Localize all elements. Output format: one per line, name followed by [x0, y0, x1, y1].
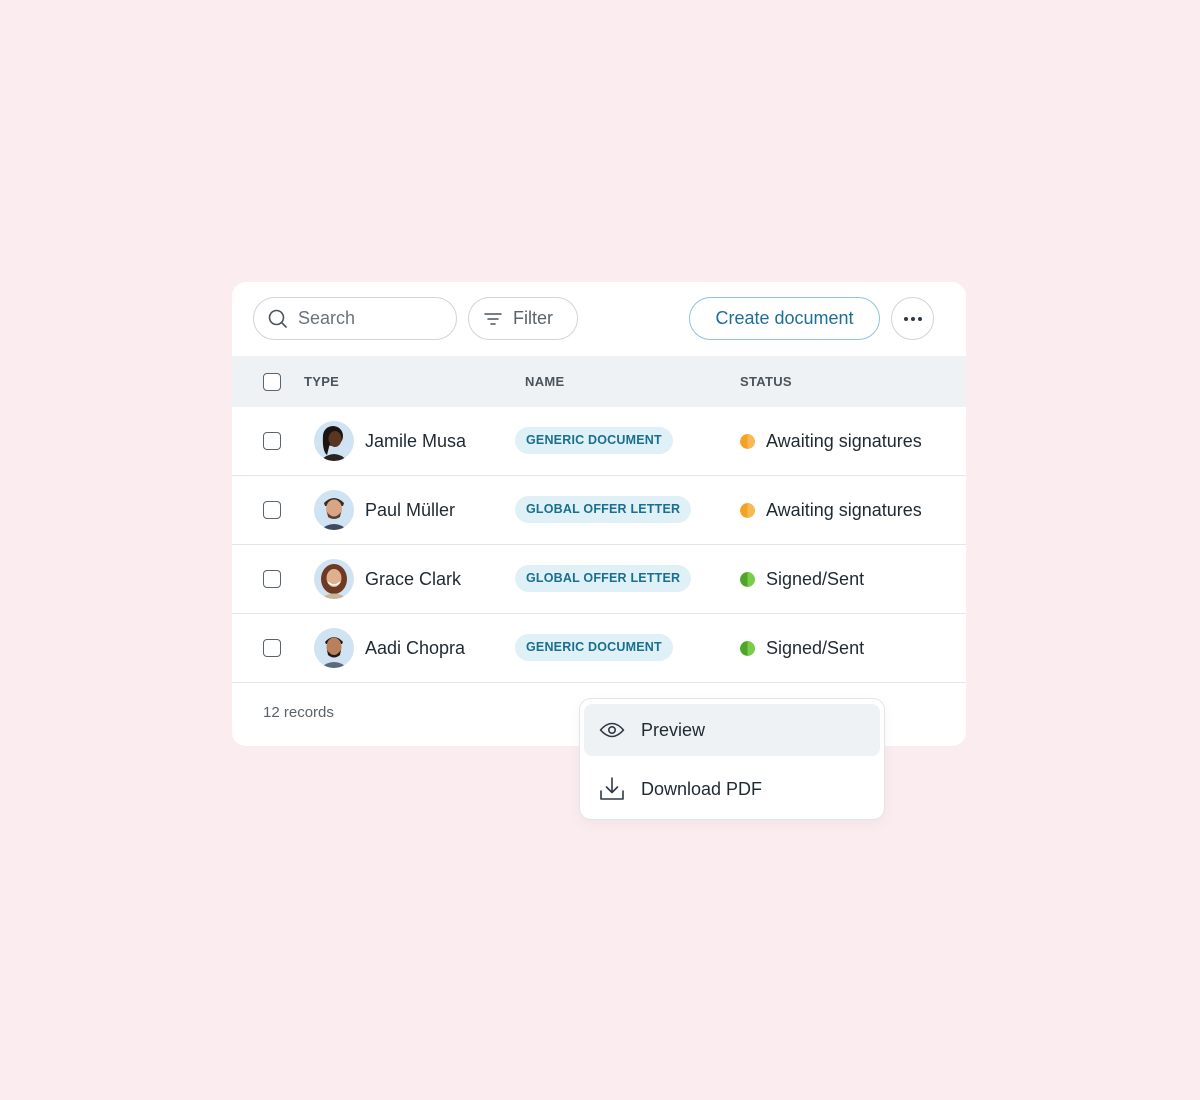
- status-pending-icon: [740, 434, 755, 449]
- column-header-type: TYPE: [304, 374, 340, 389]
- column-header-status: STATUS: [740, 374, 792, 389]
- avatar: [314, 490, 354, 530]
- documents-card: Search Filter Create document TYPE NAME …: [232, 282, 966, 746]
- filter-label: Filter: [513, 308, 553, 328]
- menu-item-label: Preview: [641, 719, 706, 740]
- menu-item-label: Download PDF: [641, 778, 763, 799]
- toolbar: Search Filter Create document: [232, 282, 966, 356]
- row-context-menu: Preview Download PDF: [579, 698, 885, 820]
- column-header-name: NAME: [525, 374, 565, 389]
- person-name: Aadi Chopra: [365, 638, 466, 658]
- document-type-tag: GENERIC DOCUMENT: [515, 427, 673, 454]
- menu-item-preview[interactable]: Preview: [584, 704, 880, 756]
- download-icon: [600, 777, 624, 800]
- more-button[interactable]: [891, 297, 934, 340]
- table-header: TYPE NAME STATUS: [232, 356, 966, 407]
- eye-icon: [599, 722, 625, 738]
- select-all-checkbox[interactable]: [263, 373, 281, 391]
- person-name: Grace Clark: [365, 569, 462, 589]
- avatar: [314, 559, 354, 599]
- status-text: Signed/Sent: [766, 638, 865, 658]
- document-type-tag: GLOBAL OFFER LETTER: [515, 496, 692, 523]
- filter-button[interactable]: Filter: [468, 297, 578, 340]
- person-name: Jamile Musa: [365, 431, 467, 451]
- avatar: [314, 421, 354, 461]
- records-count: 12 records: [263, 704, 334, 721]
- document-type-tag: GLOBAL OFFER LETTER: [515, 565, 692, 592]
- table-row[interactable]: Grace Clark GLOBAL OFFER LETTER Signed/S…: [232, 545, 966, 614]
- status-pending-icon: [740, 503, 755, 518]
- filter-icon: [484, 312, 502, 325]
- menu-item-download-pdf[interactable]: Download PDF: [584, 763, 880, 815]
- row-checkbox[interactable]: [263, 570, 281, 588]
- more-horizontal-icon: [903, 316, 922, 321]
- status-text: Awaiting signatures: [766, 431, 922, 451]
- status-done-icon: [740, 641, 755, 656]
- search-icon: [268, 309, 287, 328]
- table-row[interactable]: Aadi Chopra GENERIC DOCUMENT Signed/Sent: [232, 614, 966, 683]
- row-checkbox[interactable]: [263, 501, 281, 519]
- document-type-tag: GENERIC DOCUMENT: [515, 634, 673, 661]
- table-row[interactable]: Jamile Musa GENERIC DOCUMENT Awaiting si…: [232, 407, 966, 476]
- person-name: Paul Müller: [365, 500, 456, 520]
- row-checkbox[interactable]: [263, 639, 281, 657]
- status-text: Signed/Sent: [766, 569, 865, 589]
- avatar: [314, 628, 354, 668]
- table-row[interactable]: Paul Müller GLOBAL OFFER LETTER Awaiting…: [232, 476, 966, 545]
- status-done-icon: [740, 572, 755, 587]
- search-placeholder: Search: [298, 308, 356, 328]
- search-input[interactable]: Search: [253, 297, 457, 340]
- status-text: Awaiting signatures: [766, 500, 922, 520]
- row-checkbox[interactable]: [263, 432, 281, 450]
- create-document-button[interactable]: Create document: [689, 297, 880, 340]
